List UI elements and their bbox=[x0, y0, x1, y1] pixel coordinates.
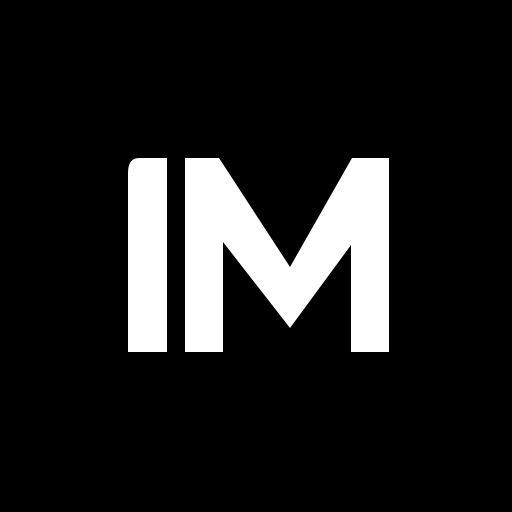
app-icon: IM bbox=[0, 0, 512, 512]
im-logo-mark bbox=[0, 0, 512, 512]
logo-letter-i bbox=[128, 158, 167, 352]
